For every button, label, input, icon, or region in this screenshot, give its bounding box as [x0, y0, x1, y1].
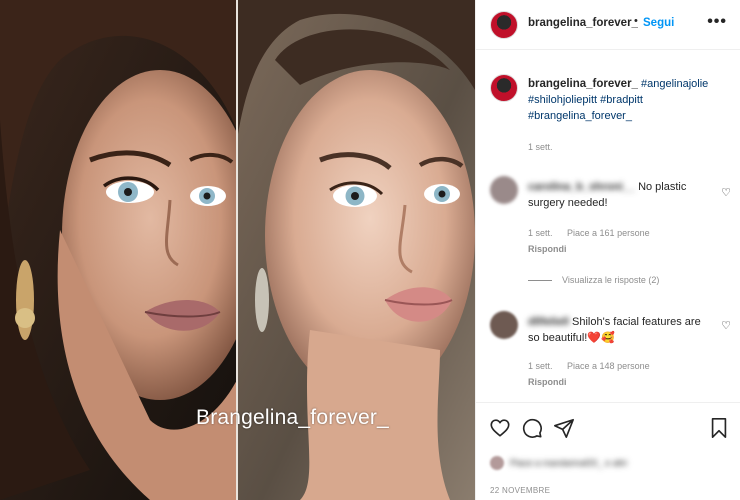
comment-like-heart-icon[interactable]: ♡: [721, 319, 731, 332]
author-username[interactable]: brangelina_forever_: [528, 17, 638, 29]
post-sidebar: brangelina_forever_ • Segui ••• brangeli…: [475, 0, 740, 500]
liker-avatar: [490, 456, 504, 470]
follow-button[interactable]: Segui: [643, 17, 674, 29]
post-date: 22 NOVEMBRE: [490, 486, 551, 495]
more-options-icon[interactable]: •••: [707, 13, 727, 31]
hashtag[interactable]: #shilohjoliepitt: [528, 94, 597, 106]
bookmark-icon[interactable]: [709, 417, 729, 439]
paper-plane-icon[interactable]: [553, 417, 575, 439]
comment-text: carolina_b_shroni__ No plastic surgery n…: [528, 179, 708, 211]
comment-likes[interactable]: Piace a 148 persone: [567, 361, 650, 371]
hashtag[interactable]: #brangelina_forever_: [528, 110, 632, 122]
caption-avatar[interactable]: [490, 74, 518, 102]
comment-avatar[interactable]: [490, 176, 518, 204]
comment-time: 1 sett.: [528, 228, 553, 238]
comment-username[interactable]: carolina_b_shroni__: [528, 181, 635, 193]
caption-text: brangelina_forever_ #angelinajolie #shil…: [528, 76, 738, 124]
comment-likes[interactable]: Piace a 161 persone: [567, 228, 650, 238]
view-replies-button[interactable]: Visualizza le risposte (2): [528, 275, 659, 285]
comment-avatar[interactable]: [490, 311, 518, 339]
comment-time: 1 sett.: [528, 361, 553, 371]
comment-username[interactable]: dllfeliell: [528, 316, 569, 328]
photo-watermark: Brangelina_forever_: [196, 406, 389, 429]
post-header: brangelina_forever_ • Segui •••: [476, 0, 740, 50]
header-separator: •: [634, 15, 638, 27]
caption-time: 1 sett.: [528, 142, 553, 152]
reply-button[interactable]: Rispondi: [528, 377, 567, 387]
replies-line-divider: [528, 279, 552, 281]
post-actions: [476, 402, 740, 452]
author-avatar[interactable]: [490, 11, 518, 39]
comment-like-heart-icon[interactable]: ♡: [721, 186, 731, 199]
hashtag[interactable]: #bradpitt: [600, 94, 643, 106]
heart-icon[interactable]: [489, 417, 511, 439]
comment-meta: 1 sett. Piace a 161 persone: [528, 228, 662, 238]
likes-summary-text: Piace a mandarinaf20_ e altri: [510, 458, 628, 468]
comment-emoji: ❤️🥰: [587, 332, 615, 344]
caption-username[interactable]: brangelina_forever_: [528, 78, 638, 90]
comment-icon[interactable]: [521, 417, 543, 439]
view-replies-label: Visualizza le risposte (2): [562, 275, 660, 285]
post-image[interactable]: Brangelina_forever_: [0, 0, 475, 500]
reply-button[interactable]: Rispondi: [528, 244, 567, 254]
comment-meta: 1 sett. Piace a 148 persone: [528, 361, 662, 371]
likes-summary[interactable]: Piace a mandarinaf20_ e altri: [490, 456, 627, 470]
comment-text: dllfeliell Shiloh's facial features are …: [528, 314, 708, 346]
hashtag[interactable]: #angelinajolie: [641, 78, 708, 90]
